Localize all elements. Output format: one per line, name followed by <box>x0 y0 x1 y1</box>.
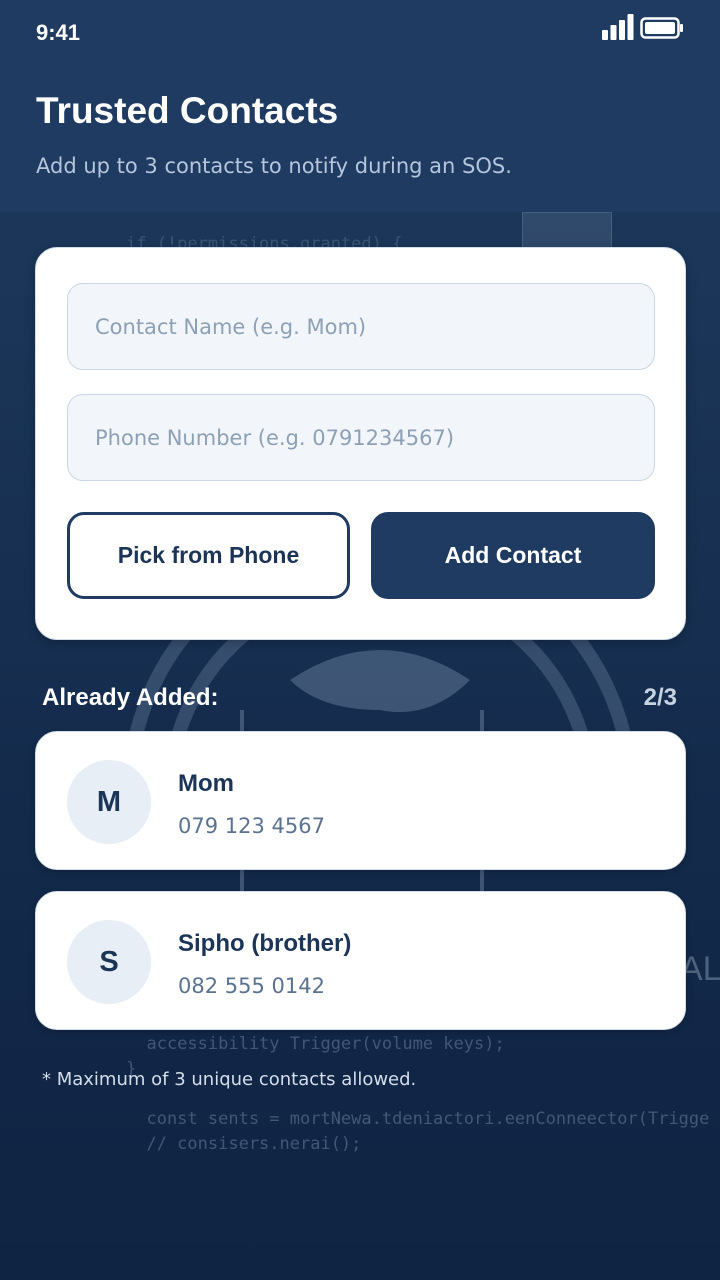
avatar: S <box>67 920 151 1004</box>
pick-from-phone-button[interactable]: Pick from Phone <box>67 512 350 599</box>
footnote: * Maximum of 3 unique contacts allowed. <box>42 1069 417 1090</box>
contact-card[interactable]: S Sipho (brother) 082 555 0142 <box>35 891 686 1030</box>
status-time: 9:41 <box>36 20 81 45</box>
page-title: Trusted Contacts <box>36 90 339 131</box>
contacts-count-badge: 2/3 <box>643 684 677 711</box>
avatar: M <box>67 760 151 844</box>
add-contact-button[interactable]: Add Contact <box>371 512 655 599</box>
battery-icon <box>640 17 683 39</box>
contact-phone: 082 555 0142 <box>178 974 325 998</box>
pick-from-phone-label: Pick from Phone <box>117 542 300 568</box>
page-subtitle: Add up to 3 contacts to notify during an… <box>36 154 512 178</box>
contacts-section-label: Already Added: <box>42 684 219 711</box>
header: 9:41 Trusted Contacts Add up to 3 contac… <box>0 0 720 212</box>
contact-name: Mom <box>178 770 234 797</box>
contact-phone: 079 123 4567 <box>178 814 325 838</box>
signal-bars-icon <box>602 14 634 40</box>
phone-number-input[interactable] <box>67 394 655 481</box>
add-contact-form: Pick from Phone Add Contact <box>35 247 686 640</box>
contact-card[interactable]: M Mom 079 123 4567 <box>35 731 686 870</box>
contact-name-input[interactable] <box>67 283 655 370</box>
status-bar: 9:41 <box>0 0 720 64</box>
add-contact-label: Add Contact <box>444 542 582 568</box>
contact-name: Sipho (brother) <box>178 930 352 957</box>
